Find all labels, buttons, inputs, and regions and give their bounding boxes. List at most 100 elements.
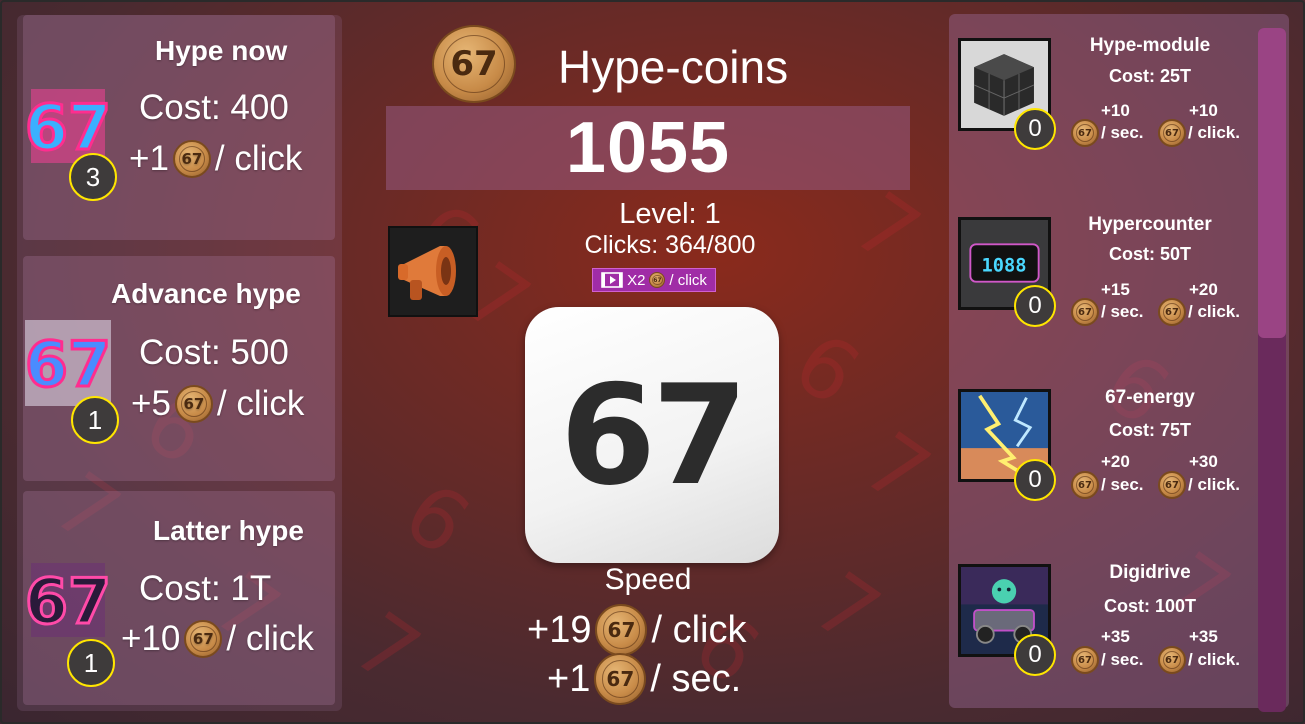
owned-count-badge: 0 bbox=[1014, 108, 1056, 150]
sec-unit-label: / sec. bbox=[1101, 123, 1144, 142]
sec-unit: 67 / sec. bbox=[1071, 646, 1144, 674]
generator-name: Digidrive bbox=[1109, 562, 1191, 583]
upgrade-cost: Cost: 400 bbox=[139, 88, 289, 127]
click-unit-label: / click. bbox=[1188, 650, 1240, 669]
generator-name: 67-energy bbox=[1105, 387, 1195, 408]
upgrade-gain: +5 67 / click bbox=[131, 384, 304, 424]
coin-glyph: 67 bbox=[1075, 475, 1095, 495]
hype-67-art-icon: 67 bbox=[25, 563, 111, 640]
upgrade-cost: Cost: 500 bbox=[139, 333, 289, 372]
gain-unit: / click bbox=[216, 384, 305, 423]
click-unit-label: / click. bbox=[1188, 475, 1240, 494]
coin-icon: 67 bbox=[1158, 119, 1186, 147]
coin-icon: 67 bbox=[174, 385, 213, 423]
generator-name: Hype-module bbox=[1089, 35, 1211, 56]
scrollbar-thumb[interactable] bbox=[1258, 28, 1286, 338]
sec-unit: 67 / sec. bbox=[1071, 298, 1144, 326]
sec-unit: 67 / sec. bbox=[1071, 471, 1144, 499]
click-unit: 67 / click. bbox=[1158, 646, 1240, 674]
coin-glyph: 67 bbox=[1075, 650, 1095, 670]
coin-icon: 67 bbox=[172, 140, 211, 178]
upgrade-card-advance-hype[interactable]: 67 1 Advance hype Cost: 500 +5 67 / clic… bbox=[23, 256, 335, 481]
upgrade-gain: +10 67 / click bbox=[121, 619, 314, 659]
upgrade-card-hype-now[interactable]: 67 3 Hype now Cost: 400 +1 67 / click bbox=[23, 15, 335, 240]
click-unit-label: / click. bbox=[1188, 302, 1240, 321]
level-label: Level: 1 bbox=[619, 198, 721, 230]
click-upgrades-panel: 67 3 Hype now Cost: 400 +1 67 / click 67… bbox=[17, 15, 342, 711]
main-button-label: 67 bbox=[559, 354, 748, 516]
x2-boost-ad-button[interactable]: X2 67 / click bbox=[592, 268, 716, 292]
gain-unit: / click bbox=[214, 139, 303, 178]
art-text: 67 bbox=[25, 328, 111, 401]
gain-value: +1 bbox=[129, 139, 169, 178]
click-gain: +20 bbox=[1189, 280, 1218, 299]
coin-glyph: 67 bbox=[1162, 123, 1182, 143]
generator-cost: Cost: 50T bbox=[1108, 244, 1191, 264]
upgrade-cost: Cost: 1T bbox=[139, 569, 272, 608]
sec-unit: 67 / sec. bbox=[1071, 119, 1144, 147]
megaphone-button[interactable] bbox=[388, 226, 478, 317]
owned-count-badge: 0 bbox=[1014, 285, 1056, 327]
coin-icon: 67 bbox=[1158, 646, 1186, 674]
click-unit: 67 / click. bbox=[1158, 298, 1240, 326]
sec-unit-label: / sec. bbox=[1101, 302, 1144, 321]
click-gain: +35 bbox=[1189, 627, 1218, 646]
per-click-unit: / click bbox=[651, 608, 747, 651]
sec-unit-label: / sec. bbox=[1101, 650, 1144, 669]
click-unit-label: / click. bbox=[1188, 123, 1240, 142]
upgrade-card-latter-hype[interactable]: 67 1 Latter hype Cost: 1T +10 67 / click bbox=[23, 491, 335, 705]
main-67-click-button[interactable]: 67 bbox=[525, 307, 779, 563]
upgrade-gain: +1 67 / click bbox=[129, 139, 302, 179]
coin-glyph: 67 bbox=[442, 35, 506, 93]
coin-icon: 67 bbox=[595, 604, 648, 656]
coin-glyph: 67 bbox=[602, 611, 641, 649]
generator-cost: Cost: 75T bbox=[1108, 420, 1191, 440]
coin-icon: 67 bbox=[649, 272, 666, 288]
speed-per-click: +19 67 / click bbox=[527, 604, 746, 656]
clicks-progress: Clicks: 364/800 bbox=[584, 231, 756, 259]
counter-display: 1088 bbox=[982, 255, 1027, 276]
coin-icon: 67 bbox=[1071, 119, 1099, 147]
upgrade-title: Latter hype bbox=[153, 515, 304, 546]
coin-glyph: 67 bbox=[1162, 302, 1182, 322]
megaphone-icon bbox=[390, 228, 476, 315]
sec-gain: +15 bbox=[1101, 280, 1130, 299]
coin-glyph: 67 bbox=[1075, 302, 1095, 322]
boost-unit: / click bbox=[669, 271, 707, 289]
click-gain: +30 bbox=[1189, 452, 1218, 471]
currency-title: Hype-coins bbox=[558, 41, 789, 93]
per-click-value: +19 bbox=[527, 608, 592, 651]
coin-glyph: 67 bbox=[601, 660, 640, 698]
boost-multiplier: X2 bbox=[627, 271, 646, 289]
coin-glyph: 67 bbox=[1162, 650, 1182, 670]
hype-67-art-icon: 67 bbox=[25, 320, 111, 406]
click-unit: 67 / click. bbox=[1158, 471, 1240, 499]
generator-name: Hypercounter bbox=[1088, 214, 1212, 235]
speed-per-sec: +1 67 / sec. bbox=[547, 653, 741, 705]
art-text: 67 bbox=[25, 565, 111, 638]
owned-count-badge: 3 bbox=[69, 153, 117, 201]
video-play-icon bbox=[601, 272, 623, 288]
coin-glyph: 67 bbox=[1075, 123, 1095, 143]
gain-unit: / click bbox=[226, 619, 314, 658]
coin-icon: 67 bbox=[1071, 298, 1099, 326]
gain-value: +10 bbox=[121, 619, 181, 658]
owned-count-badge: 1 bbox=[71, 396, 119, 444]
coin-icon: 67 bbox=[184, 620, 223, 658]
upgrade-title: Advance hype bbox=[111, 278, 301, 309]
sec-gain: +20 bbox=[1101, 452, 1130, 471]
coin-glyph: 67 bbox=[190, 625, 217, 653]
generator-cost: Cost: 100T bbox=[1103, 596, 1197, 616]
coin-glyph: 67 bbox=[180, 390, 208, 418]
coin-icon: 67 bbox=[1158, 298, 1186, 326]
sec-gain: +10 bbox=[1101, 101, 1130, 120]
speed-label: Speed bbox=[604, 563, 692, 596]
per-sec-value: +1 bbox=[547, 657, 591, 700]
owned-count-badge: 0 bbox=[1014, 459, 1056, 501]
sec-gain: +35 bbox=[1101, 627, 1130, 646]
coin-icon: 67 bbox=[1158, 471, 1186, 499]
coin-glyph: 67 bbox=[651, 274, 663, 286]
owned-count-badge: 0 bbox=[1014, 634, 1056, 676]
generator-cost: Cost: 25T bbox=[1108, 66, 1191, 86]
coin-icon: 67 bbox=[594, 653, 647, 705]
